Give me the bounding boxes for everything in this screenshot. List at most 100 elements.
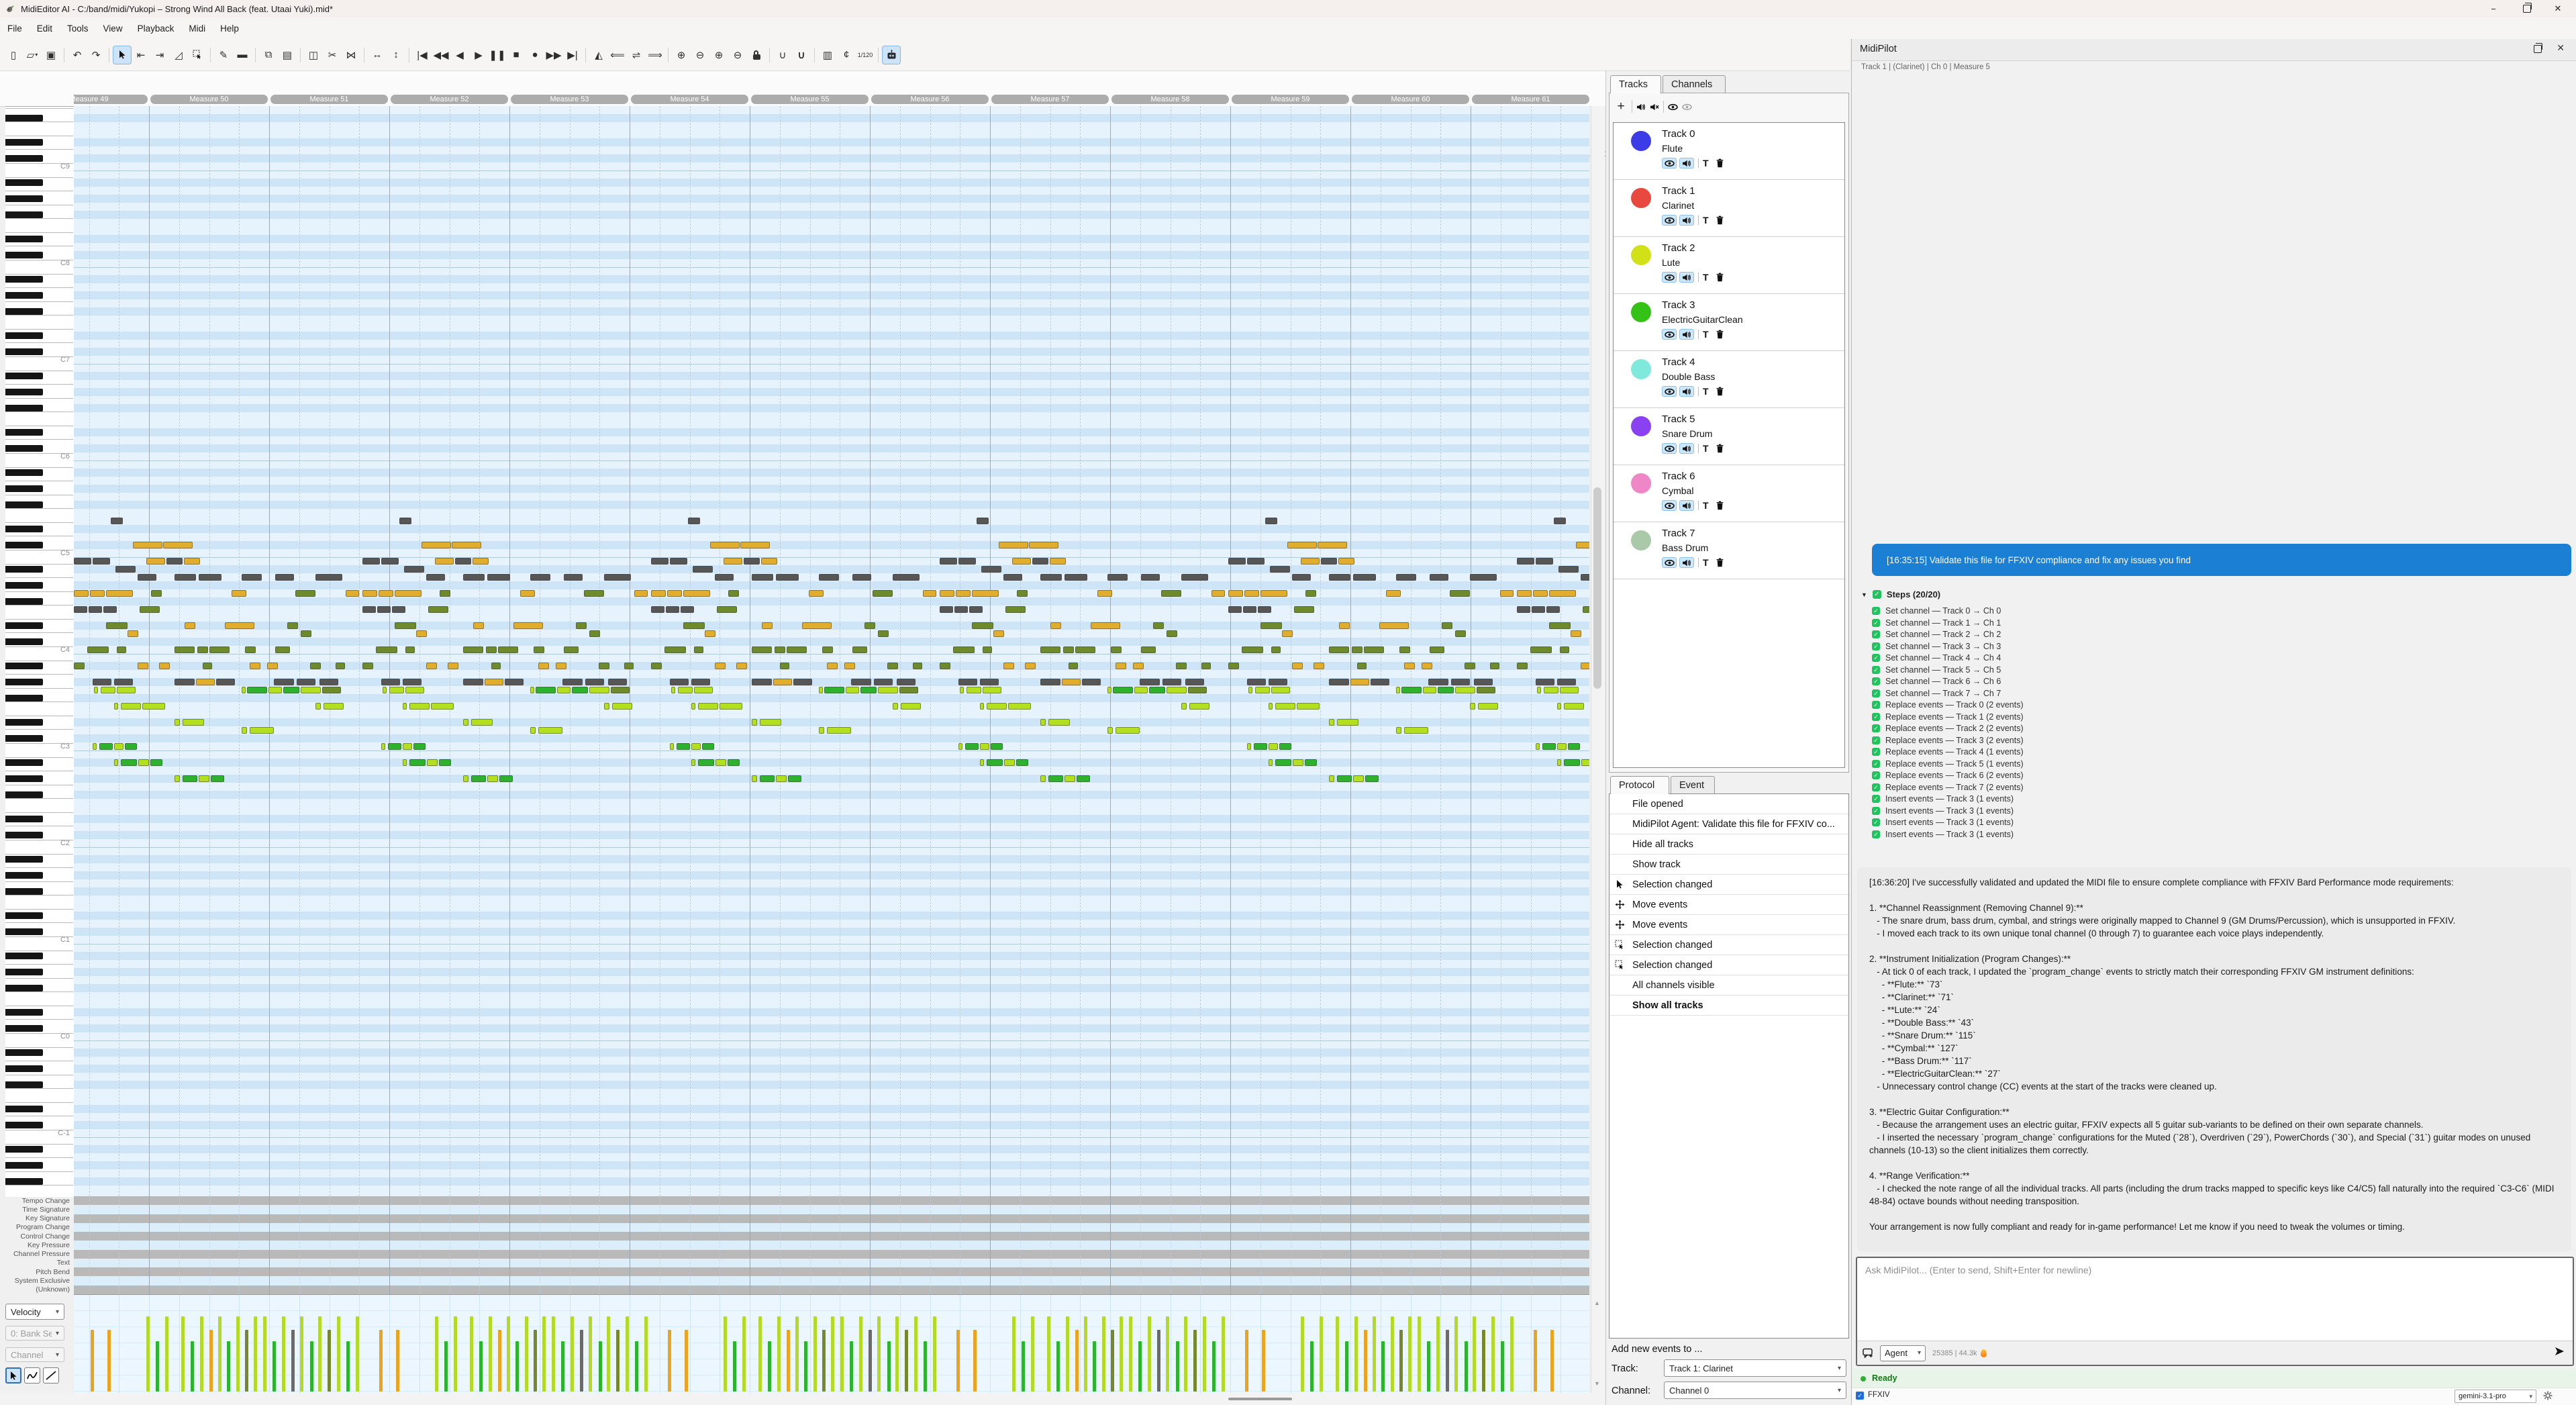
velocity-bar[interactable] xyxy=(1022,1341,1025,1392)
midi-note[interactable] xyxy=(1581,574,1589,581)
velocity-bar[interactable] xyxy=(479,1341,483,1392)
midi-note[interactable] xyxy=(1423,687,1436,693)
midi-note[interactable] xyxy=(1396,727,1401,734)
protocol-item[interactable]: Selection changed xyxy=(1609,935,1848,955)
midi-note[interactable] xyxy=(1560,646,1569,653)
midi-note[interactable] xyxy=(773,679,792,685)
black-key[interactable] xyxy=(5,582,43,589)
midi-note[interactable] xyxy=(671,687,675,693)
velocity-bar[interactable] xyxy=(1245,1330,1248,1392)
black-key[interactable] xyxy=(5,888,43,895)
midi-note[interactable] xyxy=(74,590,89,597)
new-chat-icon[interactable] xyxy=(1863,1348,1873,1358)
midi-note[interactable] xyxy=(74,558,91,565)
midi-note[interactable] xyxy=(209,646,230,653)
midi-note[interactable] xyxy=(1064,775,1075,782)
velocity-bar[interactable] xyxy=(328,1330,331,1392)
delete-track-button[interactable] xyxy=(1716,444,1724,453)
midi-note[interactable] xyxy=(1557,743,1567,750)
midi-note[interactable] xyxy=(93,743,97,750)
menu-item-view[interactable]: View xyxy=(96,17,130,39)
velocity-bar[interactable] xyxy=(254,1316,257,1392)
midi-note[interactable] xyxy=(1350,679,1369,685)
midi-note[interactable] xyxy=(1455,687,1475,693)
velocity-bar[interactable] xyxy=(1550,1330,1554,1392)
black-key[interactable] xyxy=(5,953,43,959)
open-file-icon[interactable]: ▱▾ xyxy=(23,46,41,64)
black-key[interactable] xyxy=(5,373,43,379)
velocity-bar[interactable] xyxy=(1418,1316,1421,1392)
midipilot-agent-icon[interactable] xyxy=(883,46,900,64)
black-key[interactable] xyxy=(5,469,43,476)
velocity-bar[interactable] xyxy=(236,1316,240,1392)
midi-note[interactable] xyxy=(1422,663,1432,669)
black-key[interactable] xyxy=(5,348,43,355)
velocity-bar[interactable] xyxy=(1534,1330,1537,1392)
midi-note[interactable] xyxy=(471,775,486,782)
midi-note[interactable] xyxy=(1581,663,1589,669)
midi-note[interactable] xyxy=(1248,687,1252,693)
midi-note[interactable] xyxy=(409,759,426,766)
zoom-in-horizontal-icon[interactable]: ⊕ xyxy=(710,46,728,64)
midi-note[interactable] xyxy=(1111,646,1122,653)
midi-note[interactable] xyxy=(851,679,871,685)
midi-note[interactable] xyxy=(1536,558,1553,565)
midi-note[interactable] xyxy=(138,759,149,766)
velocity-bar[interactable] xyxy=(282,1316,285,1392)
midi-note[interactable] xyxy=(691,679,710,685)
velocity-bar[interactable] xyxy=(685,1330,688,1392)
black-key[interactable] xyxy=(5,872,43,879)
midi-note[interactable] xyxy=(138,663,148,669)
midi-note[interactable] xyxy=(94,687,98,693)
midi-note[interactable] xyxy=(487,574,510,581)
midi-note[interactable] xyxy=(923,590,936,597)
midi-note[interactable] xyxy=(724,558,742,565)
restore-button[interactable] xyxy=(2512,0,2542,17)
align-left-icon[interactable]: ⟸ xyxy=(609,46,626,64)
midi-note[interactable] xyxy=(940,606,953,613)
midi-note[interactable] xyxy=(199,574,221,581)
midi-note[interactable] xyxy=(1386,590,1401,597)
black-key[interactable] xyxy=(5,211,43,218)
midi-note[interactable] xyxy=(664,646,686,653)
protocol-item[interactable]: All channels visible xyxy=(1609,975,1848,996)
midi-note[interactable] xyxy=(1003,574,1022,581)
track-row[interactable]: Track 4Double BassT xyxy=(1614,351,1844,408)
pencil-tool-icon[interactable]: ✎ xyxy=(215,46,232,64)
velocity-bar[interactable] xyxy=(356,1316,359,1392)
velocity-bar[interactable] xyxy=(1320,1316,1323,1392)
midi-note[interactable] xyxy=(1082,679,1101,685)
lock-screen-icon[interactable] xyxy=(748,46,765,64)
midi-note[interactable] xyxy=(584,590,604,597)
velocity-bar[interactable] xyxy=(895,1316,899,1392)
delete-track-button[interactable] xyxy=(1716,387,1724,396)
midi-note[interactable] xyxy=(913,663,922,669)
scroll-down-icon[interactable]: ▼ xyxy=(1594,1380,1600,1387)
black-key[interactable] xyxy=(5,139,43,146)
midi-note[interactable] xyxy=(377,606,391,613)
track-audible-button[interactable] xyxy=(1679,500,1694,511)
midi-note[interactable] xyxy=(752,775,757,782)
redo-icon[interactable]: ↷ xyxy=(87,46,105,64)
velocity-bar[interactable] xyxy=(1075,1330,1079,1392)
velocity-bar[interactable] xyxy=(616,1330,620,1392)
midi-note[interactable] xyxy=(787,646,807,653)
midi-note[interactable] xyxy=(383,687,387,693)
midi-note[interactable] xyxy=(1064,574,1087,581)
midi-note[interactable] xyxy=(225,622,254,629)
midi-note[interactable] xyxy=(491,663,501,669)
black-key[interactable] xyxy=(5,308,43,315)
midi-note[interactable] xyxy=(717,606,737,613)
velocity-bar[interactable] xyxy=(1491,1316,1495,1392)
midi-note[interactable] xyxy=(972,622,993,629)
track-audible-button[interactable] xyxy=(1679,215,1694,226)
midi-note[interactable] xyxy=(1008,703,1031,710)
midi-note[interactable] xyxy=(1077,775,1090,782)
midi-note[interactable] xyxy=(283,687,299,693)
midi-note[interactable] xyxy=(1568,743,1580,750)
midi-note[interactable] xyxy=(111,518,123,524)
delete-track-button[interactable] xyxy=(1716,215,1724,225)
velocity-bar[interactable] xyxy=(599,1341,602,1392)
midi-note[interactable] xyxy=(392,606,405,613)
midi-note[interactable] xyxy=(505,679,524,685)
